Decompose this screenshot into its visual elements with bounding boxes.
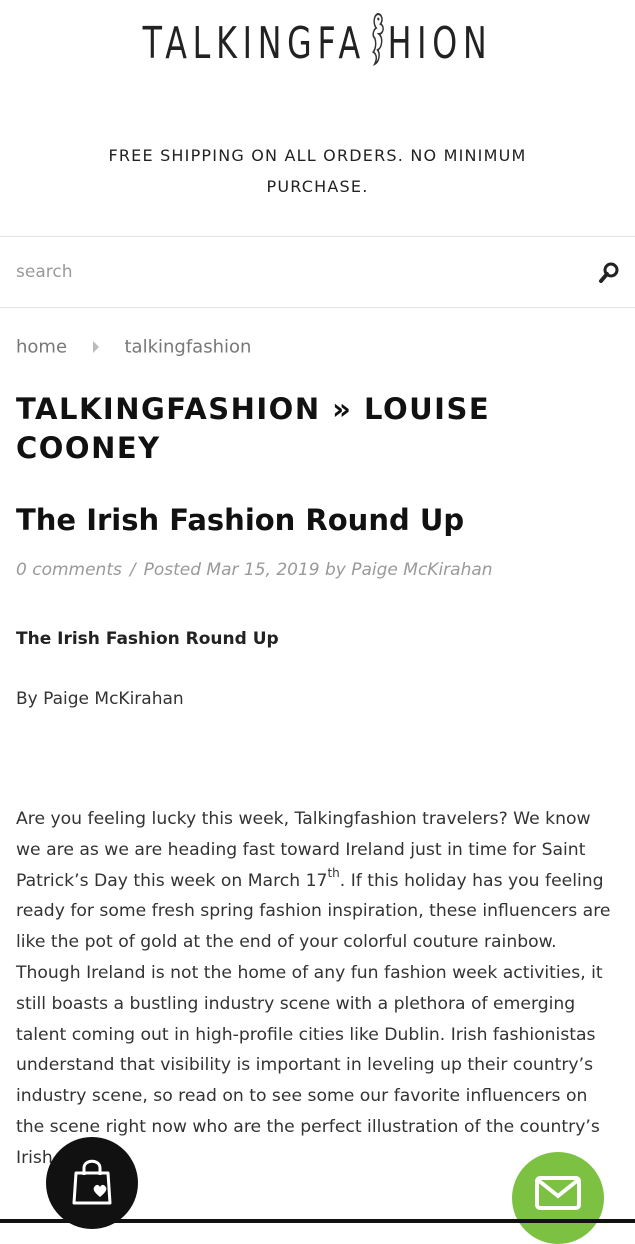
shopping-bag-heart-icon <box>72 1159 112 1205</box>
envelope-icon <box>535 1176 581 1210</box>
breadcrumb-home[interactable]: home <box>16 337 67 358</box>
article-subheading: The Irish Fashion Round Up <box>16 629 279 649</box>
blog-title: TALKINGFASHION » LOUISE COONEY <box>16 390 616 468</box>
article-meta: 0 comments / Posted Mar 15, 2019 by Paige … <box>16 560 493 580</box>
search-input[interactable] <box>16 255 576 289</box>
posted-info: Posted Mar 15, 2019 by Paige McKirahan <box>143 560 493 580</box>
meta-separator: / <box>129 560 136 580</box>
body-superscript: th <box>327 865 340 880</box>
cart-button[interactable] <box>46 1137 138 1229</box>
logo-text-left: TALKINGFA <box>142 18 366 69</box>
blog-title-line-2: COONEY <box>16 431 161 465</box>
promo-line-1: FREE SHIPPING ON ALL ORDERS. NO MINIMUM <box>108 146 527 165</box>
promo-banner: FREE SHIPPING ON ALL ORDERS. NO MINIMUM … <box>40 140 595 202</box>
search-button[interactable] <box>597 261 621 285</box>
article-byline: By Paige McKirahan <box>16 689 184 709</box>
site-logo[interactable]: TALKINGFA HION <box>89 8 546 69</box>
blog-title-line-1: TALKINGFASHION » LOUISE <box>16 392 491 426</box>
breadcrumb-blog[interactable]: talkingfashion <box>125 337 252 358</box>
article-body: Are you feeling lucky this week, Talking… <box>16 804 619 1174</box>
breadcrumb: home talkingfashion <box>16 336 251 358</box>
body-text-part-2: . If this holiday has you feeling ready … <box>16 870 611 1168</box>
search-bar <box>0 236 635 308</box>
search-icon <box>599 262 619 283</box>
contact-button[interactable] <box>512 1152 604 1244</box>
breadcrumb-separator-icon <box>92 341 99 353</box>
comments-link[interactable]: 0 comments <box>16 560 122 580</box>
bottom-divider <box>0 1219 635 1223</box>
logo-text-right: HION <box>387 18 493 69</box>
promo-line-2: PURCHASE. <box>266 177 369 196</box>
seahorse-logo-icon <box>371 12 384 66</box>
article-title[interactable]: The Irish Fashion Round Up <box>16 500 616 540</box>
